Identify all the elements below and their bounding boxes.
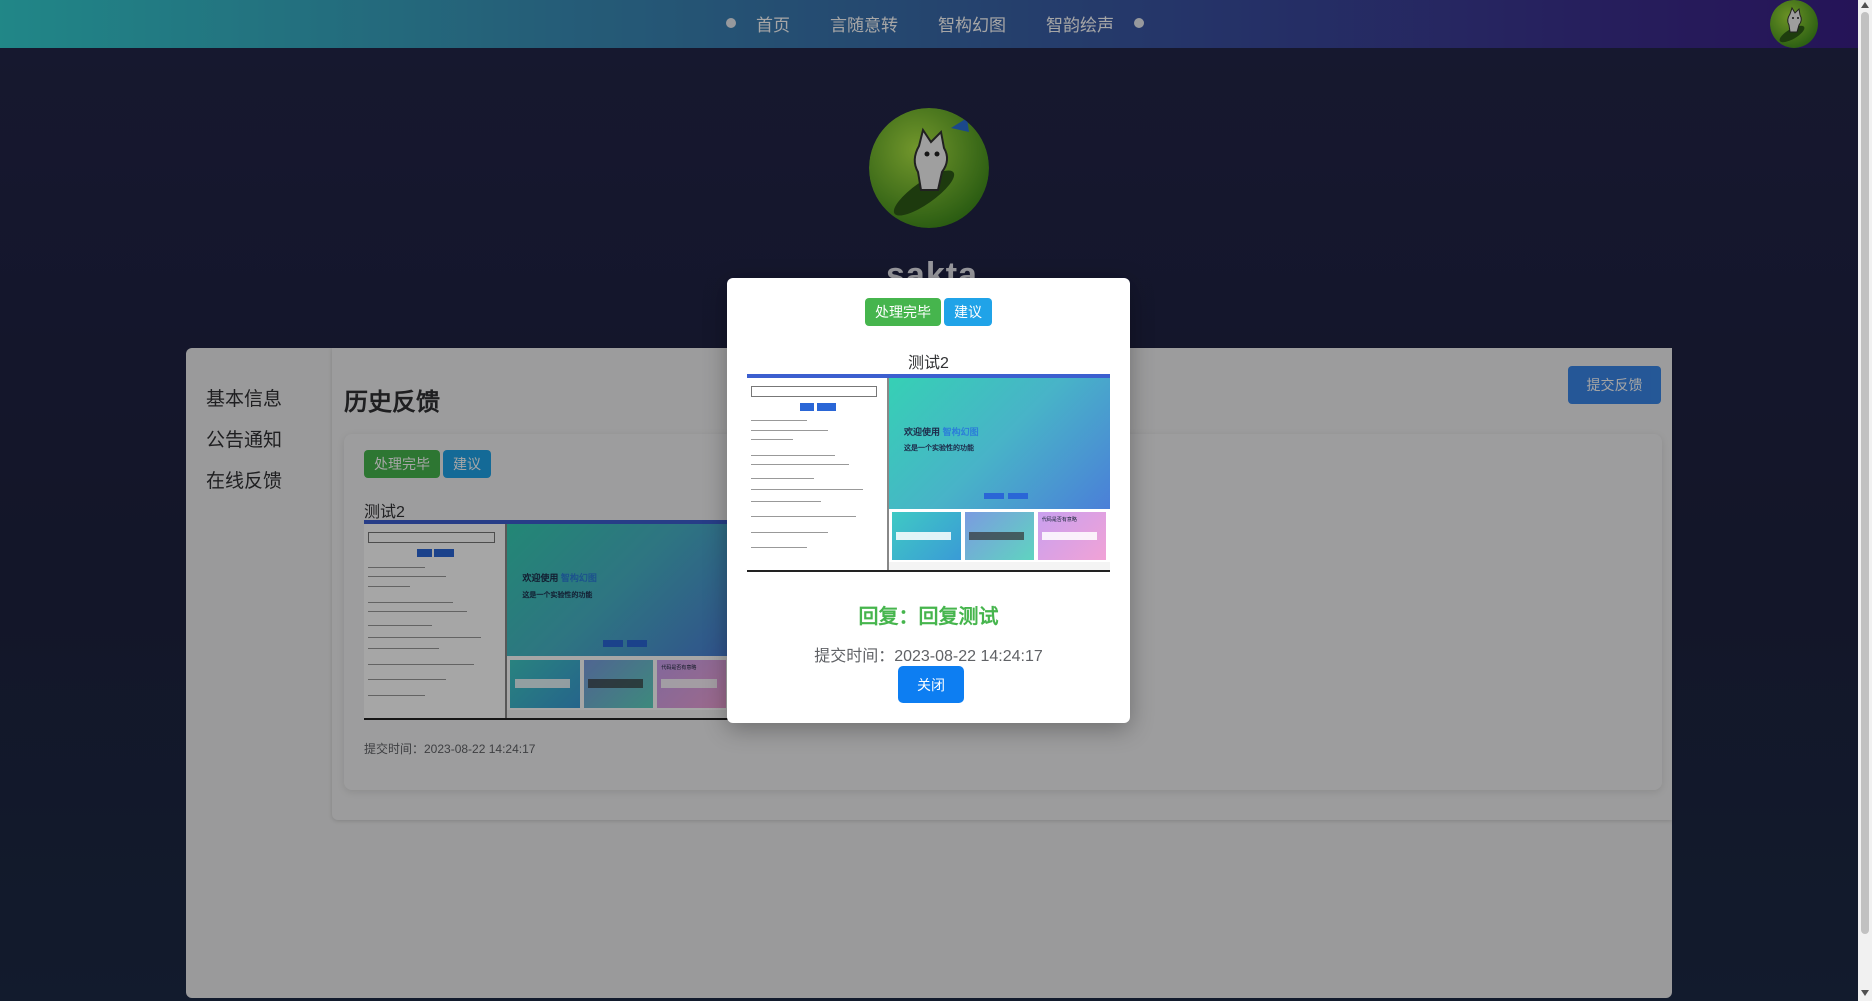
dialog-screenshot[interactable]: 欢迎使用 智构幻图 这是一个实验性的功能 代码是否有意略 [747,374,1110,572]
dialog-title: 测试2 [908,355,949,372]
scroll-up-icon[interactable] [1861,2,1869,8]
scroll-down-icon[interactable] [1861,990,1869,996]
scrollbar-thumb[interactable] [1861,12,1869,934]
dialog-type-badge: 建议 [944,298,992,326]
dialog-submit-time: 提交时间：2023-08-22 14:24:17 [814,648,1043,665]
dialog-tags: 处理完毕 建议 [727,298,1130,326]
page-scrollbar[interactable] [1858,0,1872,1001]
dialog-status-badge: 处理完毕 [865,298,941,326]
close-button[interactable]: 关闭 [898,666,964,703]
feedback-detail-dialog: 处理完毕 建议 测试2 欢迎使用 智构幻图 这是一个实验性的功能 代码是否有意略… [727,278,1130,723]
dialog-reply: 回复：回复测试 [858,606,999,628]
screenshot-hero: 欢迎使用 智构幻图 这是一个实验性的功能 [888,378,1110,509]
screenshot-code-pane [747,378,889,570]
